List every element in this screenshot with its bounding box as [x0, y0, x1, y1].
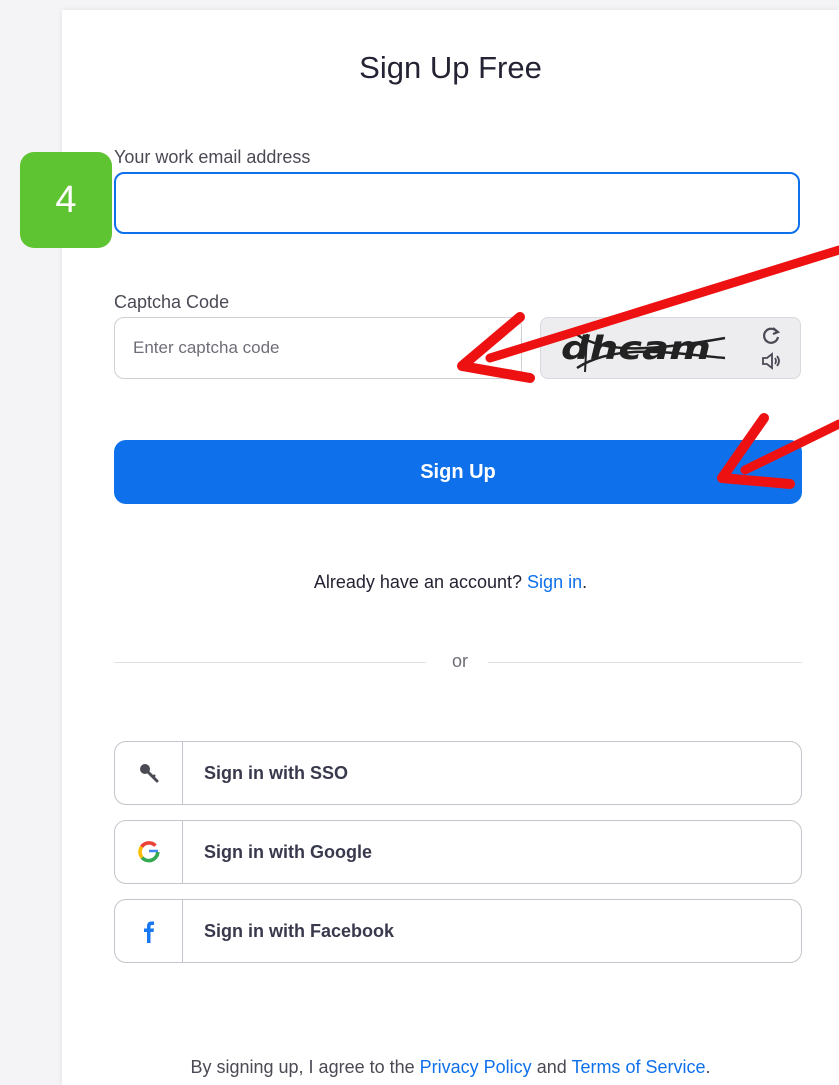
refresh-captcha-icon[interactable]: [760, 324, 782, 346]
captcha-input[interactable]: [114, 317, 522, 379]
page-title: Sign Up Free: [359, 50, 542, 85]
captcha-box: dhcam: [540, 317, 801, 379]
sign-in-facebook-button[interactable]: Sign in with Facebook: [114, 899, 802, 963]
sign-in-link[interactable]: Sign in: [527, 572, 582, 592]
email-field[interactable]: [114, 172, 800, 234]
sso-label: Sign in with SSO: [204, 763, 348, 783]
audio-captcha-icon[interactable]: [760, 350, 782, 372]
divider-right: [488, 662, 802, 663]
divider-left: [114, 662, 426, 663]
captcha-image: dhcam: [561, 329, 726, 373]
google-label: Sign in with Google: [204, 842, 372, 862]
google-icon: [137, 841, 160, 863]
step-badge: 4: [20, 152, 112, 248]
email-label: Your work email address: [114, 147, 311, 167]
or-separator: or: [451, 651, 468, 671]
key-icon: [139, 764, 158, 783]
privacy-policy-link[interactable]: Privacy Policy: [420, 1057, 532, 1077]
sign-up-button[interactable]: Sign Up: [114, 440, 802, 504]
sign-in-google-button[interactable]: Sign in with Google: [114, 820, 802, 884]
captcha-label: Captcha Code: [114, 292, 230, 312]
facebook-label: Sign in with Facebook: [204, 921, 395, 941]
already-account-text: Already have an account? Sign in.: [313, 572, 588, 592]
terms-of-service-link[interactable]: Terms of Service: [571, 1057, 705, 1077]
sign-in-sso-button[interactable]: Sign in with SSO: [114, 741, 802, 805]
facebook-icon: [143, 921, 154, 943]
terms-text: By signing up, I agree to the Privacy Po…: [190, 1057, 711, 1077]
